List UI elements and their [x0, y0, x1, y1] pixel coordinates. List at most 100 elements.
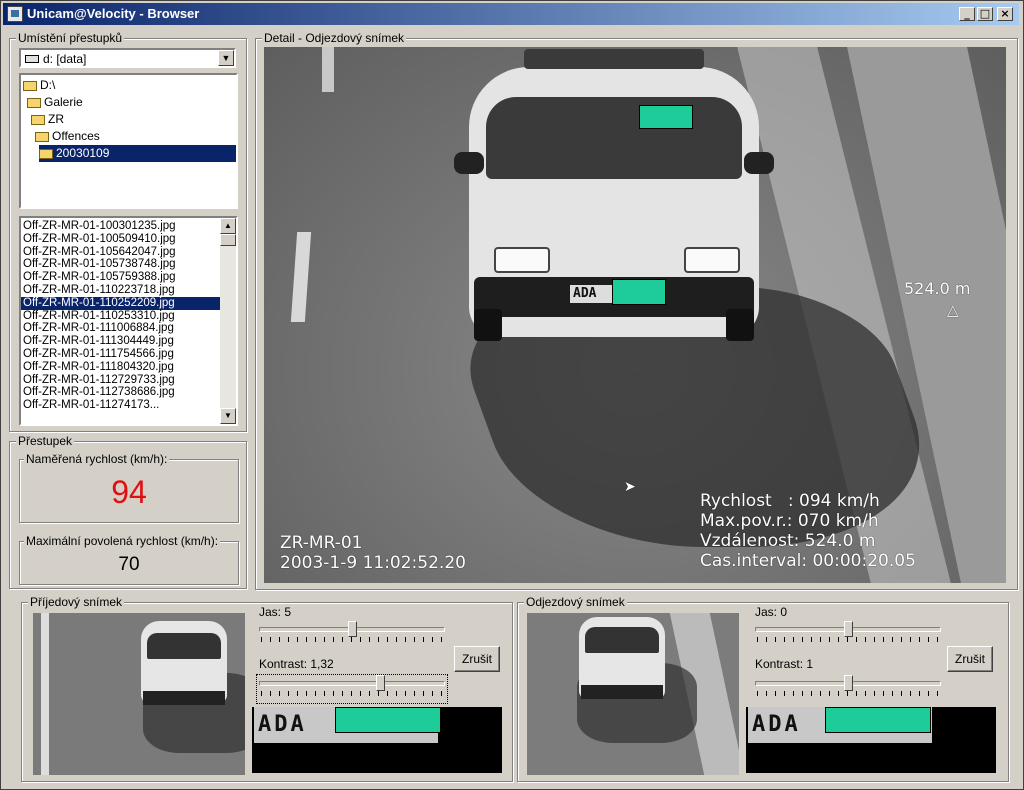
file-list-item[interactable]: Off-ZR-MR-01-105738748.jpg [21, 258, 221, 271]
file-list-item[interactable]: Off-ZR-MR-01-100301235.jpg [21, 220, 221, 233]
folder-item-galerie[interactable]: Galerie [27, 94, 83, 111]
driver-mask [639, 105, 693, 129]
measured-speed-label: Naměřená rychlost (km/h): [24, 452, 170, 466]
file-list-item[interactable]: Off-ZR-MR-01-111304449.jpg [21, 335, 221, 348]
info-distance: Vzdálenost: 524.0 m [700, 531, 876, 551]
folder-icon [35, 131, 49, 142]
departure-group-label: Odjezdový snímek [524, 595, 627, 609]
max-speed-value: 70 [118, 554, 140, 575]
folder-item-root[interactable]: D:\ [23, 77, 55, 94]
file-list-item[interactable]: Off-ZR-MR-01-105642047.jpg [21, 246, 221, 259]
scroll-thumb[interactable] [220, 234, 236, 246]
close-button[interactable]: × [997, 7, 1013, 21]
file-list-item[interactable]: Off-ZR-MR-01-105759388.jpg [21, 271, 221, 284]
file-list-item[interactable]: Off-ZR-MR-01-112738686.jpg [21, 386, 221, 399]
capture-datetime: 2003-1-9 11:02:52.20 [280, 553, 466, 573]
arrival-brightness-label: Jas: 5 [259, 605, 292, 619]
folder-icon [23, 80, 37, 91]
arrival-contrast-slider[interactable] [256, 674, 448, 704]
measured-speed-box: Naměřená rychlost (km/h): 94 [19, 452, 239, 523]
drive-select[interactable]: d: [data] ▼ [19, 48, 236, 68]
departure-brightness-slider[interactable] [755, 621, 941, 647]
departure-contrast-slider[interactable] [755, 675, 941, 701]
file-list-item[interactable]: Off-ZR-MR-01-111804320.jpg [21, 361, 221, 374]
measured-speed-value: 94 [111, 474, 147, 510]
arrival-thumbnail[interactable] [33, 613, 245, 775]
minimize-button[interactable]: _ [959, 7, 975, 21]
file-list[interactable]: Off-ZR-MR-01-100301235.jpg Off-ZR-MR-01-1… [19, 216, 238, 426]
departure-plate-mask [825, 707, 931, 733]
max-speed-box: Maximální povolená rychlost (km/h): 70 [19, 534, 239, 585]
file-list-item[interactable]: Off-ZR-MR-01-110253310.jpg [21, 310, 221, 323]
folder-item-20030109[interactable]: 20030109 [39, 145, 236, 162]
folder-icon [31, 114, 45, 125]
car-windshield [486, 97, 742, 179]
departure-contrast-thumb[interactable] [844, 675, 853, 691]
info-overlay: Rychlost : 094 km/h Max.pov.r.: 070 km/h… [700, 491, 916, 571]
arrival-plate-crop: ADA [252, 707, 502, 773]
car-windshield [147, 633, 221, 659]
arrival-brightness-slider[interactable] [259, 621, 445, 647]
car-mirror-right [744, 152, 774, 174]
departure-thumbnail[interactable] [527, 613, 739, 775]
car-wheel-right [726, 309, 754, 341]
location-group-label: Umístění přestupků [16, 31, 125, 45]
car-mirror-left [454, 152, 484, 174]
info-max-speed: Max.pov.r.: 070 km/h [700, 511, 879, 531]
folder-item-zr[interactable]: ZR [31, 111, 64, 128]
file-list-item[interactable]: Off-ZR-MR-01-112729733.jpg [21, 374, 221, 387]
title-bar[interactable]: Unicam@Velocity - Browser _ □ × [3, 3, 1019, 25]
departure-contrast-label: Kontrast: 1 [755, 657, 814, 671]
arrival-contrast-label: Kontrast: 1,32 [259, 657, 334, 671]
distance-marker-icon: △ [947, 301, 959, 319]
detail-photo[interactable]: ADA 524.0 m △ ➤ Rychlost : 094 km/h Max.… [264, 47, 1006, 583]
car-bumper [143, 691, 225, 705]
car-headlight-right [684, 247, 740, 273]
departure-brightness-label: Jas: 0 [755, 605, 788, 619]
file-list-scrollbar[interactable]: ▲ ▼ [220, 218, 236, 424]
app-icon [7, 6, 23, 22]
folder-item-offences[interactable]: Offences [35, 128, 100, 145]
car-roof-rack [524, 49, 704, 69]
max-speed-label: Maximální povolená rychlost (km/h): [24, 534, 221, 548]
folder-tree[interactable]: D:\ Galerie ZR Offences 20030109 [19, 73, 238, 209]
file-list-item[interactable]: Off-ZR-MR-01-110252209.jpg [21, 296, 221, 310]
detail-group-label: Detail - Odjezdový snímek [262, 31, 407, 45]
car-wheel-left [474, 309, 502, 341]
camera-overlay: ZR-MR-01 2003-1-9 11:02:52.20 [280, 533, 466, 573]
arrival-plate-mask [335, 707, 441, 733]
arrival-brightness-thumb[interactable] [348, 621, 357, 637]
folder-icon [39, 148, 53, 159]
departure-reset-button[interactable]: Zrušit [947, 646, 993, 672]
plate-mask [612, 279, 666, 305]
info-interval: Cas.interval: 00:00:20.05 [700, 551, 916, 571]
drive-select-value: d: [data] [43, 52, 87, 66]
cursor-icon: ➤ [624, 479, 636, 495]
departure-plate-crop: ADA [746, 707, 996, 773]
lane-marking [41, 613, 49, 775]
car-bumper [581, 685, 663, 699]
info-speed: Rychlost : 094 km/h [700, 491, 880, 511]
car-headlight-left [494, 247, 550, 273]
departure-brightness-thumb[interactable] [844, 621, 853, 637]
main-window: Unicam@Velocity - Browser _ □ × Umístění… [0, 0, 1024, 790]
drive-icon [25, 55, 39, 63]
camera-id: ZR-MR-01 [280, 533, 363, 553]
file-list-item[interactable]: Off-ZR-MR-01-11274173... [21, 399, 221, 412]
offence-group-label: Přestupek [16, 434, 75, 448]
folder-icon [27, 97, 41, 108]
file-list-item[interactable]: Off-ZR-MR-01-100509410.jpg [21, 233, 221, 246]
scroll-up-icon[interactable]: ▲ [220, 218, 236, 234]
arrival-reset-button[interactable]: Zrušit [454, 646, 500, 672]
arrival-contrast-thumb[interactable] [376, 675, 385, 691]
lane-marking [322, 47, 334, 92]
file-list-item[interactable]: Off-ZR-MR-01-111006884.jpg [21, 322, 221, 335]
file-list-item[interactable]: Off-ZR-MR-01-111754566.jpg [21, 348, 221, 361]
arrival-group-label: Příjedový snímek [28, 595, 125, 609]
car-windshield [585, 627, 659, 653]
scroll-down-icon[interactable]: ▼ [220, 408, 236, 424]
chevron-down-icon[interactable]: ▼ [218, 50, 234, 66]
maximize-button[interactable]: □ [977, 7, 993, 21]
window-title: Unicam@Velocity - Browser [27, 6, 200, 21]
file-list-item[interactable]: Off-ZR-MR-01-110223718.jpg [21, 284, 221, 297]
